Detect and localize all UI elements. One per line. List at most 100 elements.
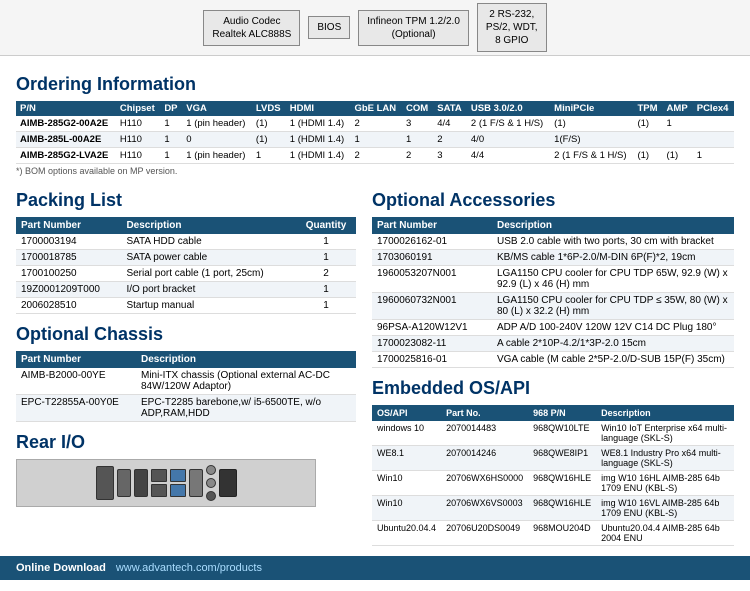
io-usb-top: [151, 469, 167, 482]
ordering-col-pciex4: PCIex4: [693, 101, 734, 116]
os-cell: Win10: [372, 496, 441, 521]
accessories-row: 1700026162-01USB 2.0 cable with two port…: [372, 234, 734, 250]
os-row: windows 102070014483968QW10LTEWin10 IoT …: [372, 421, 734, 446]
ordering-col-com: COM: [402, 101, 433, 116]
bottom-bar: Online Download www.advantech.com/produc…: [0, 556, 750, 580]
ordering-cell: H110: [116, 148, 160, 164]
ordering-cell: 1: [693, 148, 734, 164]
os-cell: Win10: [372, 471, 441, 496]
ordering-col-minipcie: MiniPCIe: [550, 101, 633, 116]
packing-cell: 1700018785: [16, 250, 121, 266]
os-cell: img W10 16VL AIMB-285 64b 1709 ENU (KBL-…: [596, 496, 734, 521]
ordering-cell: 2: [433, 132, 467, 148]
ordering-col-hdmi: HDMI: [286, 101, 351, 116]
os-cell: Ubuntu20.04.4 AIMB-285 64b 2004 ENU: [596, 521, 734, 546]
ordering-cell: [693, 116, 734, 132]
ordering-cell: 1(F/S): [550, 132, 633, 148]
packing-cell: Startup manual: [121, 298, 296, 314]
ordering-col-chipset: Chipset: [116, 101, 160, 116]
two-col-section: Packing List Part NumberDescriptionQuant…: [16, 180, 734, 546]
io-usb-stack2: [170, 469, 186, 497]
ordering-footnote: *) BOM options available on MP version.: [16, 166, 734, 176]
chassis-cell: EPC-T22855A-00Y0E: [16, 395, 136, 422]
diagram-box-io: 2 RS-232,PS/2, WDT,8 GPIO: [477, 3, 547, 52]
accessories-cell: 96PSA-A120W12V1: [372, 320, 492, 336]
packing-row: 2006028510Startup manual1: [16, 298, 356, 314]
accessories-row: 96PSA-A120W12V1ADP A/D 100-240V 120W 12V…: [372, 320, 734, 336]
bottom-bar-label: Online Download: [16, 562, 106, 574]
ordering-col-tpm: TPM: [633, 101, 662, 116]
io-audio2: [206, 478, 216, 488]
io-port-vga: [96, 466, 114, 500]
ordering-cell: H110: [116, 132, 160, 148]
ordering-cell: 1 (pin header): [182, 116, 252, 132]
os-title: Embedded OS/API: [372, 378, 734, 399]
os-row: Ubuntu20.04.420706U20DS0049968MOU204DUbu…: [372, 521, 734, 546]
chassis-row: EPC-T22855A-00Y0EEPC-T2285 barebone,w/ i…: [16, 395, 356, 422]
bottom-bar-url: www.advantech.com/products: [116, 562, 262, 574]
os-cell: 968QW16HLE: [528, 496, 596, 521]
accessories-cell: 1700023082-11: [372, 336, 492, 352]
packing-cell: SATA HDD cable: [121, 234, 296, 250]
io-usb-bottom: [151, 484, 167, 497]
ordering-col-lvds: LVDS: [252, 101, 286, 116]
os-cell: Win10 IoT Enterprise x64 multi-language …: [596, 421, 734, 446]
ordering-cell: H110: [116, 116, 160, 132]
ordering-table: P/NChipsetDPVGALVDSHDMIGbE LANCOMSATAUSB…: [16, 101, 734, 164]
ordering-cell: 1 (HDMI 1.4): [286, 148, 351, 164]
ordering-cell: (1): [633, 116, 662, 132]
os-col: Description: [596, 405, 734, 421]
accessories-cell: ADP A/D 100-240V 120W 12V C14 DC Plug 18…: [492, 320, 734, 336]
chassis-col: Part Number: [16, 351, 136, 368]
accessories-row: 1700023082-11A cable 2*10P-4.2/1*3P-2.0 …: [372, 336, 734, 352]
os-cell: 2070014246: [441, 446, 528, 471]
top-diagram: Audio CodecRealtek ALC888S BIOS Infineon…: [0, 0, 750, 56]
packing-row: 1700100250Serial port cable (1 port, 25c…: [16, 266, 356, 282]
ordering-cell: (1): [252, 116, 286, 132]
ordering-cell: 1: [160, 132, 182, 148]
packing-cell: 2006028510: [16, 298, 121, 314]
ordering-cell: (1): [663, 148, 693, 164]
io-serial: [189, 469, 203, 497]
ordering-cell: 1: [402, 132, 433, 148]
ordering-cell: [663, 132, 693, 148]
packing-cell: SATA power cable: [121, 250, 296, 266]
ordering-col-gbe-lan: GbE LAN: [350, 101, 402, 116]
ordering-cell: 2 (1 F/S & 1 H/S): [550, 148, 633, 164]
right-column: Optional Accessories Part NumberDescript…: [372, 180, 734, 546]
packing-cell: I/O port bracket: [121, 282, 296, 298]
ordering-col-dp: DP: [160, 101, 182, 116]
accessories-cell: 1700026162-01: [372, 234, 492, 250]
ordering-cell: AIMB-285G2-00A2E: [16, 116, 116, 132]
ordering-cell: (1): [252, 132, 286, 148]
packing-col: Description: [121, 217, 296, 234]
rear-io-title: Rear I/O: [16, 432, 356, 453]
chassis-title: Optional Chassis: [16, 324, 356, 345]
packing-row: 1700018785SATA power cable1: [16, 250, 356, 266]
io-port-dp: [134, 469, 148, 497]
ordering-cell: [633, 132, 662, 148]
io-usb3-bottom: [170, 484, 186, 497]
packing-cell: 2: [296, 266, 356, 282]
ordering-cell: AIMB-285G2-LVA2E: [16, 148, 116, 164]
accessories-row: 1700025816-01VGA cable (M cable 2*5P-2.0…: [372, 352, 734, 368]
os-cell: 968QWE8IP1: [528, 446, 596, 471]
accessories-cell: LGA1150 CPU cooler for CPU TDP ≤ 35W, 80…: [492, 293, 734, 320]
ordering-col-usb-3-0-2-0: USB 3.0/2.0: [467, 101, 550, 116]
diagram-box-tpm: Infineon TPM 1.2/2.0(Optional): [358, 10, 469, 46]
packing-col: Part Number: [16, 217, 121, 234]
packing-cell: Serial port cable (1 port, 25cm): [121, 266, 296, 282]
packing-cell: 1700003194: [16, 234, 121, 250]
os-cell: WE8.1 Industry Pro x64 multi-language (S…: [596, 446, 734, 471]
os-row: WE8.12070014246968QWE8IP1WE8.1 Industry …: [372, 446, 734, 471]
ordering-cell: 1 (HDMI 1.4): [286, 132, 351, 148]
os-cell: 2070014483: [441, 421, 528, 446]
os-col: Part No.: [441, 405, 528, 421]
ordering-cell: 1: [663, 116, 693, 132]
packing-cell: 1: [296, 282, 356, 298]
io-ports-row: [88, 461, 245, 505]
ordering-col-sata: SATA: [433, 101, 467, 116]
ordering-row: AIMB-285G2-LVA2EH11011 (pin header)11 (H…: [16, 148, 734, 164]
chassis-cell: Mini-ITX chassis (Optional external AC-D…: [136, 368, 356, 395]
ordering-cell: 2: [350, 148, 402, 164]
